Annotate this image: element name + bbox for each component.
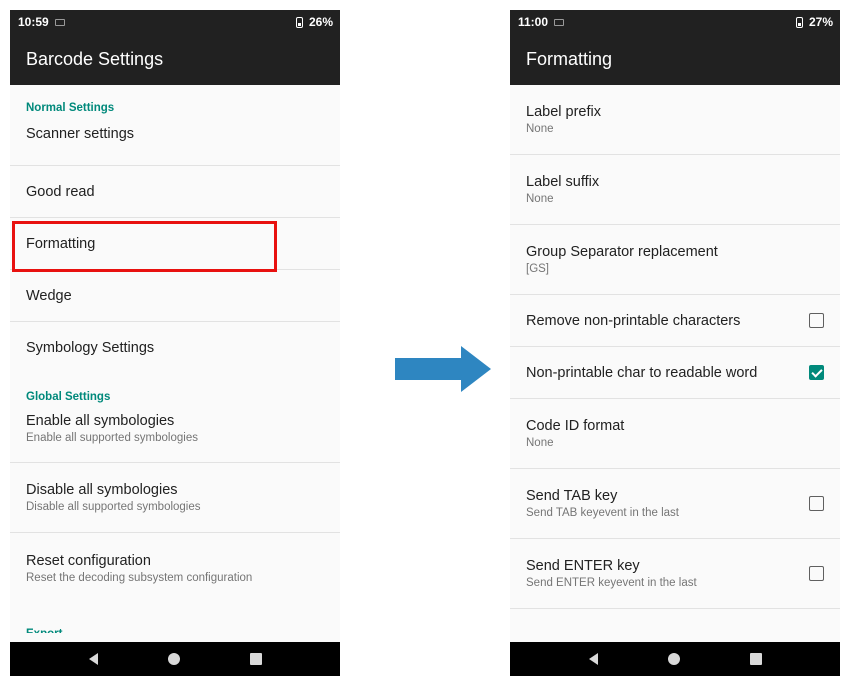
- pref-summary: Send TAB keyevent in the last: [526, 507, 679, 519]
- pref-title: Wedge: [26, 287, 72, 304]
- pref-summary: Send ENTER keyevent in the last: [526, 577, 697, 589]
- pref-title: Reset configuration: [26, 552, 151, 569]
- recents-icon[interactable]: [749, 653, 762, 665]
- send-enter-key-checkbox[interactable]: [809, 566, 824, 581]
- pref-title: Remove non-printable characters: [526, 312, 741, 329]
- pref-non-printable-to-word[interactable]: Non-printable char to readable word: [510, 347, 840, 399]
- highlight-box: [12, 221, 277, 272]
- remove-non-printable-checkbox[interactable]: [809, 313, 824, 328]
- pref-title: Label prefix: [526, 104, 601, 120]
- pref-summary: None: [526, 123, 554, 135]
- app-bar: Barcode Settings: [10, 34, 340, 85]
- pref-title: Enable all symbologies: [26, 412, 175, 429]
- pref-title: Code ID format: [526, 418, 625, 434]
- home-icon[interactable]: [667, 653, 680, 665]
- pref-symbology-settings[interactable]: Symbology Settings: [10, 322, 340, 374]
- non-printable-to-word-checkbox[interactable]: [809, 365, 824, 380]
- pref-disable-all-symbologies[interactable]: Disable all symbologies Disable all supp…: [10, 463, 340, 533]
- notification-icon: [54, 18, 65, 26]
- pref-title: Disable all symbologies: [26, 482, 178, 498]
- pref-summary: Disable all supported symbologies: [26, 501, 201, 513]
- pref-send-tab-key[interactable]: Send TAB key Send TAB keyevent in the la…: [510, 469, 840, 539]
- pref-remove-non-printable[interactable]: Remove non-printable characters: [510, 295, 840, 347]
- pref-title: Symbology Settings: [26, 340, 155, 356]
- back-icon[interactable]: [588, 653, 598, 665]
- pref-title: Send ENTER key: [526, 558, 640, 574]
- status-bar: 11:00 27%: [510, 10, 840, 34]
- barcode-settings-screen: 10:59 26% Barcode Settings Normal Settin…: [10, 10, 340, 676]
- app-bar: Formatting: [510, 34, 840, 85]
- category-normal-settings: Normal Settings: [26, 102, 115, 114]
- pref-title: Label suffix: [526, 174, 600, 190]
- pref-title: Send TAB key: [526, 488, 618, 504]
- back-icon[interactable]: [88, 653, 98, 665]
- status-time: 11:00: [518, 15, 549, 29]
- settings-list: Label prefix None Label suffix None Grou…: [510, 85, 840, 642]
- pref-reset-configuration[interactable]: Reset configuration Reset the decoding s…: [10, 533, 340, 603]
- pref-good-read[interactable]: Good read: [10, 166, 340, 218]
- notification-icon: [554, 18, 565, 26]
- page-title: Barcode Settings: [26, 49, 164, 69]
- pref-enable-all-symbologies[interactable]: Enable all symbologies Enable all suppor…: [10, 402, 340, 463]
- recents-icon[interactable]: [249, 653, 262, 665]
- send-tab-key-checkbox[interactable]: [809, 496, 824, 511]
- pref-label-suffix[interactable]: Label suffix None: [510, 155, 840, 225]
- pref-code-id-format[interactable]: Code ID format None: [510, 399, 840, 469]
- navigation-bar: [510, 642, 840, 676]
- battery-icon: [795, 16, 803, 28]
- home-icon[interactable]: [167, 653, 180, 665]
- pref-title: Group Separator replacement: [526, 244, 718, 260]
- battery-level: 27%: [808, 15, 833, 29]
- pref-scanner-settings[interactable]: Scanner settings: [10, 113, 340, 166]
- status-time: 10:59: [18, 15, 49, 29]
- pref-summary: [GS]: [526, 263, 550, 275]
- status-bar: 10:59 26%: [10, 10, 340, 34]
- battery-icon: [295, 16, 303, 28]
- settings-list: Normal Settings Scanner settings Good re…: [10, 85, 340, 642]
- pref-title: Good read: [26, 183, 95, 200]
- battery-level: 26%: [308, 15, 333, 29]
- pref-summary: None: [526, 193, 554, 205]
- pref-summary: Enable all supported symbologies: [26, 431, 198, 444]
- pref-summary: None: [526, 437, 554, 449]
- pref-title: Scanner settings: [26, 126, 135, 142]
- pref-send-enter-key[interactable]: Send ENTER key Send ENTER keyevent in th…: [510, 539, 840, 609]
- pref-summary: Reset the decoding subsystem configurati…: [26, 571, 253, 584]
- category-global-settings: Global Settings: [26, 391, 111, 403]
- right-arrow-icon: [395, 346, 491, 392]
- pref-title: Non-printable char to readable word: [526, 364, 758, 381]
- navigation-bar: [10, 642, 340, 676]
- formatting-screen: 11:00 27% Formatting Label prefix None L…: [510, 10, 840, 676]
- pref-label-prefix[interactable]: Label prefix None: [510, 85, 840, 155]
- pref-group-separator-replacement[interactable]: Group Separator replacement [GS]: [510, 225, 840, 295]
- page-title: Formatting: [526, 49, 613, 69]
- pref-wedge[interactable]: Wedge: [10, 270, 340, 322]
- category-export: Export: [10, 603, 340, 633]
